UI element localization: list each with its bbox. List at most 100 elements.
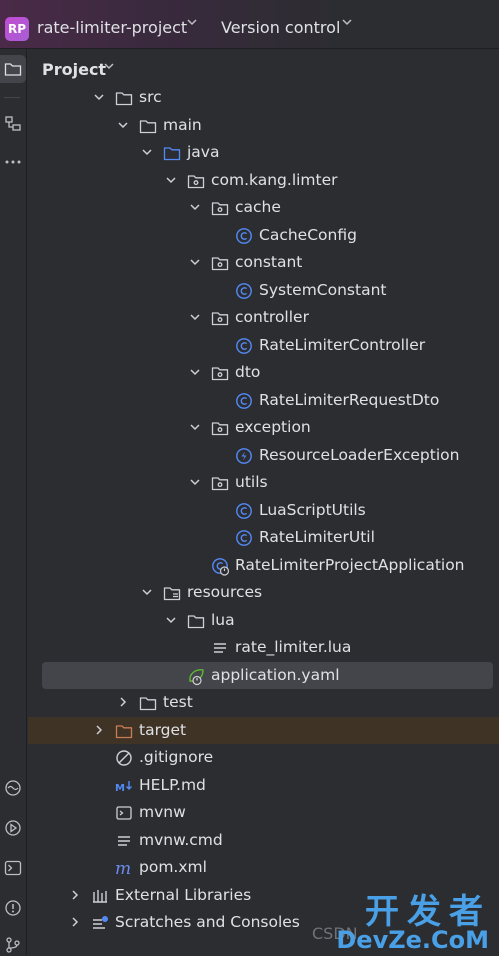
tree-row[interactable]: utils bbox=[28, 469, 499, 496]
tree-row-label: ResourceLoaderException bbox=[259, 445, 460, 464]
tree-row[interactable]: rate_limiter.lua bbox=[28, 634, 499, 661]
excluded-folder-icon bbox=[115, 724, 133, 738]
project-badge[interactable]: RP bbox=[5, 17, 29, 41]
tree-row[interactable]: dto bbox=[28, 359, 499, 386]
tree-row-label: rate_limiter.lua bbox=[235, 638, 352, 656]
run-tool-button[interactable] bbox=[0, 817, 26, 839]
tree-row[interactable]: main bbox=[28, 112, 499, 139]
tree-row[interactable]: exception bbox=[28, 414, 499, 441]
tree-row-label: RateLimiterController bbox=[259, 335, 426, 354]
tree-row[interactable]: M HELP.md bbox=[28, 772, 499, 799]
chevron-down-icon[interactable] bbox=[188, 365, 202, 379]
tree-row[interactable]: target bbox=[28, 716, 499, 744]
folder-icon bbox=[187, 614, 205, 628]
project-tool-button[interactable] bbox=[0, 55, 26, 83]
tree-row[interactable]: RateLimiterProjectApplication bbox=[28, 552, 499, 579]
tree-row-label: RateLimiterRequestDto bbox=[259, 390, 440, 409]
chevron-down-icon[interactable] bbox=[188, 310, 202, 324]
tree-row-label: RateLimiterUtil bbox=[259, 528, 375, 546]
gitignore-icon bbox=[116, 750, 132, 766]
chevron-right-icon[interactable] bbox=[68, 915, 82, 929]
class-icon bbox=[236, 502, 252, 519]
chevron-down-icon[interactable] bbox=[188, 475, 202, 489]
tree-row[interactable]: resources bbox=[28, 579, 499, 606]
tree-row[interactable]: constant bbox=[28, 249, 499, 276]
chevron-down-icon[interactable] bbox=[92, 90, 106, 104]
chevron-right-icon[interactable] bbox=[92, 723, 106, 737]
chevron-right-icon[interactable] bbox=[68, 888, 82, 902]
git-branch-icon bbox=[6, 937, 20, 953]
project-panel-title[interactable]: Project bbox=[42, 60, 106, 79]
tree-row[interactable]: lua bbox=[28, 607, 499, 634]
tree-row-label: target bbox=[139, 720, 187, 739]
chevron-down-icon[interactable] bbox=[188, 420, 202, 434]
source-folder-icon bbox=[163, 147, 181, 161]
terminal-tool-button[interactable] bbox=[0, 857, 26, 879]
git-tool-button[interactable] bbox=[0, 934, 26, 956]
tree-row-label: test bbox=[163, 693, 193, 711]
class-icon bbox=[236, 530, 252, 546]
tree-row[interactable]: controller bbox=[28, 304, 499, 331]
tree-row[interactable]: mvnw.cmd bbox=[28, 827, 499, 854]
tree-row[interactable]: src bbox=[28, 84, 499, 111]
version-control-menu[interactable]: Version control bbox=[221, 18, 340, 37]
tree-row-label: utils bbox=[235, 473, 268, 491]
tree-row[interactable]: java bbox=[28, 139, 499, 166]
tree-row[interactable]: m pom.xml bbox=[28, 854, 499, 881]
tree-row-label: Scratches and Consoles bbox=[115, 913, 300, 931]
tree-row[interactable]: test bbox=[28, 689, 499, 716]
chevron-down-icon[interactable] bbox=[164, 173, 178, 187]
folder-icon bbox=[139, 119, 157, 133]
tree-row-label: LuaScriptUtils bbox=[259, 500, 366, 519]
tree-row[interactable]: SystemConstant bbox=[28, 277, 499, 304]
svg-text:M: M bbox=[115, 783, 125, 794]
problems-tool-button[interactable] bbox=[0, 897, 26, 919]
chevron-down-icon[interactable] bbox=[188, 255, 202, 269]
folder-icon bbox=[4, 63, 22, 76]
shell-script-icon bbox=[116, 806, 132, 820]
text-file-icon bbox=[118, 835, 130, 846]
tree-row-label: controller bbox=[235, 308, 309, 326]
tree-row-label: mvnw bbox=[139, 803, 186, 821]
terminal-icon bbox=[4, 860, 22, 876]
tree-row-label: RateLimiterProjectApplication bbox=[235, 555, 465, 574]
chevron-down-icon[interactable] bbox=[140, 145, 154, 159]
project-view-chevron-icon[interactable] bbox=[103, 60, 115, 75]
tree-row[interactable]: cache bbox=[28, 194, 499, 221]
tree-row[interactable]: ResourceLoaderException bbox=[28, 442, 499, 469]
chevron-right-icon[interactable] bbox=[116, 695, 130, 709]
resources-folder-icon bbox=[163, 587, 181, 601]
tree-row-label: java bbox=[187, 143, 220, 161]
chevron-down-icon[interactable] bbox=[188, 200, 202, 214]
chevron-down-icon[interactable] bbox=[116, 118, 130, 132]
vcs-dropdown-chevron-icon[interactable] bbox=[341, 16, 353, 31]
tree-row-label: SystemConstant bbox=[259, 280, 387, 299]
tree-row[interactable]: CacheConfig bbox=[28, 222, 499, 249]
title-bar: RP rate-limiter-project Version control bbox=[0, 0, 499, 49]
tree-row[interactable]: RateLimiterUtil bbox=[28, 524, 499, 551]
tree-row-label: External Libraries bbox=[115, 885, 252, 904]
maven-icon: m bbox=[115, 859, 131, 878]
tree-row[interactable]: RateLimiterController bbox=[28, 332, 499, 359]
project-dropdown-chevron-icon[interactable] bbox=[186, 16, 198, 31]
project-name[interactable]: rate-limiter-project bbox=[37, 18, 187, 37]
tree-row[interactable]: .gitignore bbox=[28, 744, 499, 771]
package-icon bbox=[187, 174, 205, 188]
tree-row[interactable]: com.kang.limter bbox=[28, 167, 499, 194]
tree-row-label: HELP.md bbox=[139, 775, 206, 794]
services-tool-button[interactable] bbox=[0, 777, 26, 799]
chevron-down-icon[interactable] bbox=[140, 585, 154, 599]
tree-row-label: .gitignore bbox=[139, 748, 214, 766]
structure-tool-button[interactable] bbox=[0, 113, 26, 135]
more-dots-icon bbox=[5, 160, 21, 164]
tree-row-label: dto bbox=[235, 363, 261, 381]
more-tools-button[interactable] bbox=[0, 151, 26, 173]
tree-row[interactable]: application.yaml bbox=[42, 661, 493, 689]
chevron-down-icon[interactable] bbox=[164, 613, 178, 627]
services-icon bbox=[5, 780, 21, 796]
tree-row[interactable]: RateLimiterRequestDto bbox=[28, 387, 499, 414]
libraries-icon bbox=[93, 889, 107, 903]
tree-row[interactable]: LuaScriptUtils bbox=[28, 497, 499, 524]
class-icon bbox=[236, 392, 252, 409]
tree-row[interactable]: mvnw bbox=[28, 799, 499, 826]
